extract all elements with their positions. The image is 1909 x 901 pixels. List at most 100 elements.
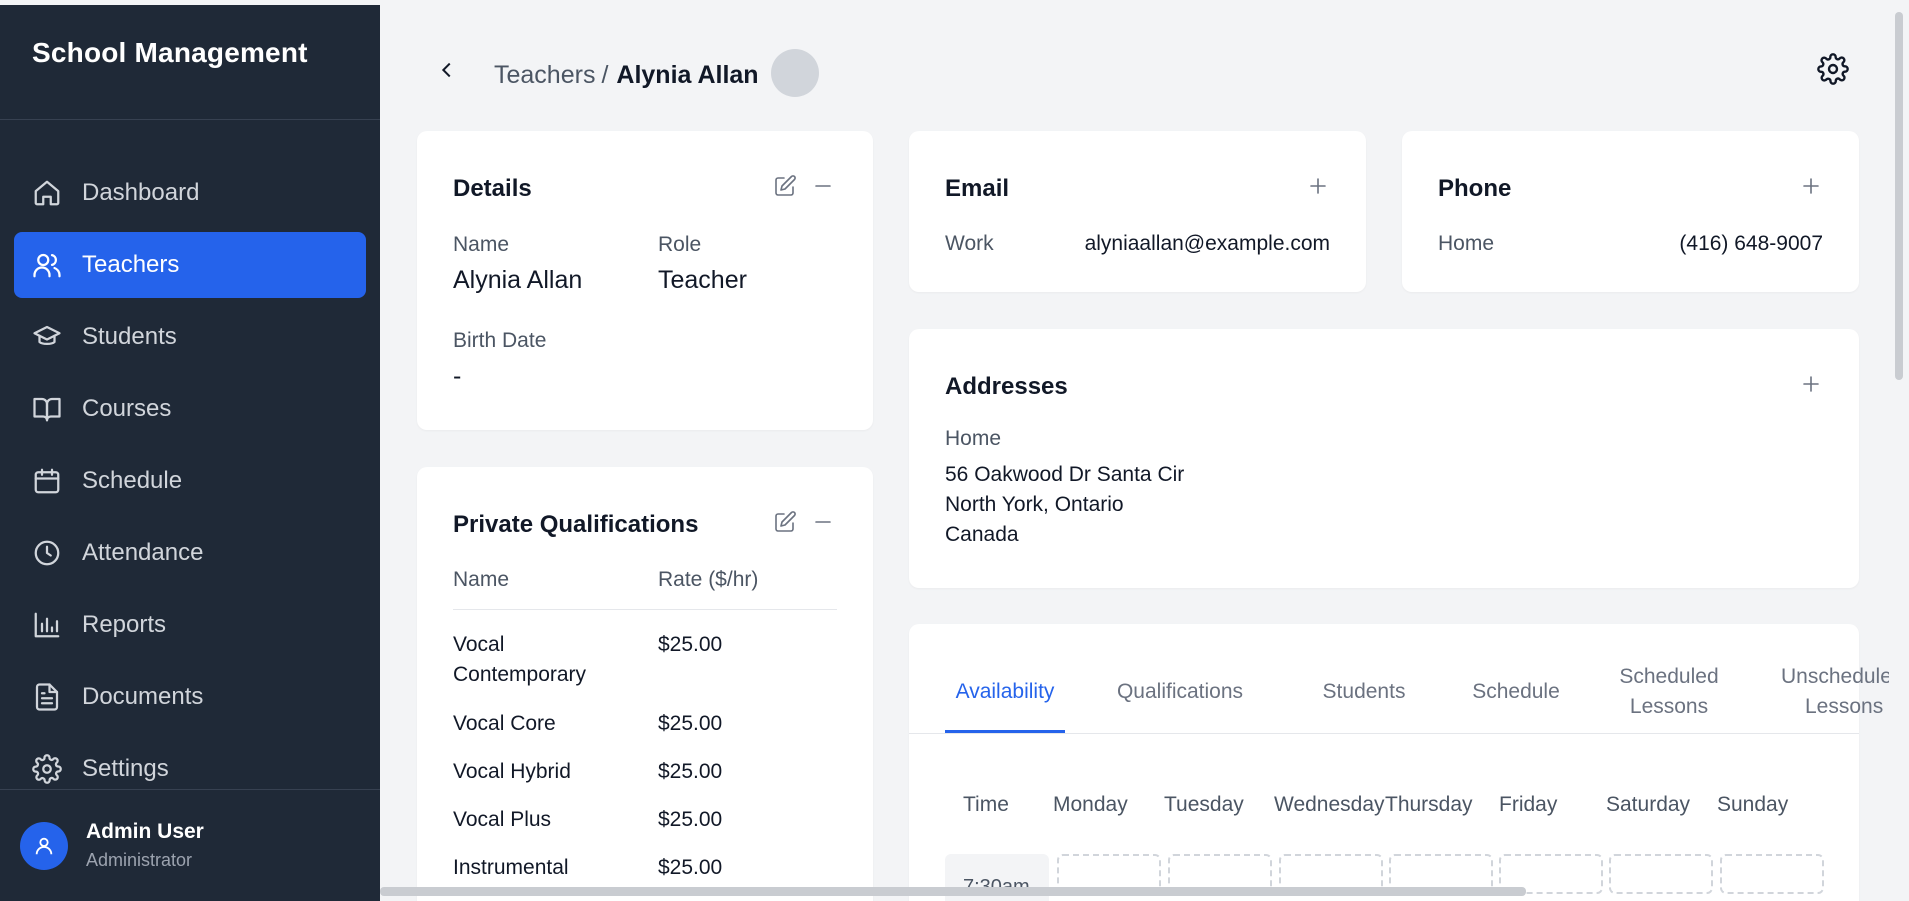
clock-icon xyxy=(32,538,62,568)
email-type: Work xyxy=(945,232,994,255)
qual-col-name: Name xyxy=(453,568,510,591)
table-header-divider xyxy=(453,609,837,610)
tab-availability[interactable]: Availability xyxy=(945,662,1065,722)
book-open-icon xyxy=(32,394,62,424)
breadcrumb-teachers-link[interactable]: Teachers xyxy=(494,61,595,90)
day-header-sunday: Sunday xyxy=(1717,793,1789,816)
tab-label: Unscheduled xyxy=(1781,665,1889,688)
sidebar-item-reports[interactable]: Reports xyxy=(14,592,366,658)
sidebar-item-label: Dashboard xyxy=(82,179,200,206)
tab-schedule[interactable]: Schedule xyxy=(1461,662,1571,722)
tab-label: Students xyxy=(1322,680,1406,703)
email-card: Email Work alyniaallan@example.com xyxy=(909,131,1366,292)
address-type: Home xyxy=(945,427,1002,450)
sidebar-header: School Management xyxy=(0,5,380,120)
qual-row-rate: $25.00 xyxy=(658,633,723,656)
role-label: Role xyxy=(658,233,702,256)
day-header-wednesday: Wednesday xyxy=(1274,793,1385,816)
time-column-header: Time xyxy=(963,793,1009,816)
day-header-thursday: Thursday xyxy=(1385,793,1473,816)
sidebar-item-label: Courses xyxy=(82,395,172,422)
qual-row-rate: $25.00 xyxy=(658,856,723,879)
collapse-details-button[interactable] xyxy=(811,174,835,198)
phone-title: Phone xyxy=(1438,175,1512,202)
day-header-tuesday: Tuesday xyxy=(1164,793,1244,816)
add-address-button[interactable] xyxy=(1799,372,1823,396)
birth-date-value: - xyxy=(453,362,462,390)
sidebar: School Management Dashboard Teachers Stu… xyxy=(0,5,380,901)
day-header-monday: Monday xyxy=(1053,793,1128,816)
tab-scheduled-lessons[interactable]: Scheduled Lessons xyxy=(1609,662,1729,722)
tab-qualifications[interactable]: Qualifications xyxy=(1105,662,1255,722)
qual-row-name: Vocal Hybrid xyxy=(453,760,571,783)
sidebar-item-teachers[interactable]: Teachers xyxy=(14,232,366,298)
qual-row-rate: $25.00 xyxy=(658,808,723,831)
qualifications-title: Private Qualifications xyxy=(453,511,699,538)
plus-icon xyxy=(1310,178,1326,194)
minus-icon xyxy=(815,185,831,187)
name-label: Name xyxy=(453,233,510,256)
sidebar-item-courses[interactable]: Courses xyxy=(14,376,366,442)
sidebar-item-attendance[interactable]: Attendance xyxy=(14,520,366,586)
qual-row-name: Vocal Contemporary xyxy=(453,633,587,686)
add-email-button[interactable] xyxy=(1306,174,1330,198)
edit-icon xyxy=(775,175,796,196)
edit-qualifications-button[interactable] xyxy=(773,510,797,534)
minus-icon xyxy=(815,521,831,523)
user-profile[interactable]: Admin User Administrator xyxy=(0,789,380,901)
addresses-card: Addresses Home 56 Oakwood Dr Santa Cir N… xyxy=(909,329,1859,588)
file-text-icon xyxy=(32,682,62,712)
role-value: Teacher xyxy=(658,266,747,294)
sidebar-item-label: Students xyxy=(82,323,177,350)
address-line1: 56 Oakwood Dr Santa Cir xyxy=(945,463,1185,486)
sidebar-item-schedule[interactable]: Schedule xyxy=(14,448,366,514)
email-title: Email xyxy=(945,175,1010,202)
add-phone-button[interactable] xyxy=(1799,174,1823,198)
graduation-cap-icon xyxy=(32,322,62,352)
sidebar-item-label: Teachers xyxy=(82,251,180,278)
address-line2: North York, Ontario xyxy=(945,493,1124,516)
app-title: School Management xyxy=(32,37,308,68)
day-header-friday: Friday xyxy=(1499,793,1558,816)
qualifications-card: Private Qualifications Name Rate ($/hr) … xyxy=(417,467,873,901)
topbar: Teachers / Alynia Allan xyxy=(380,5,1889,131)
availability-slot-saturday[interactable] xyxy=(1609,854,1713,894)
back-button[interactable] xyxy=(432,55,462,85)
gear-icon xyxy=(32,754,62,784)
tabs-divider xyxy=(909,733,1859,734)
user-role: Administrator xyxy=(86,850,193,870)
sidebar-item-documents[interactable]: Documents xyxy=(14,664,366,730)
phone-value[interactable]: (416) 648-9007 xyxy=(1679,232,1823,256)
edit-details-button[interactable] xyxy=(773,174,797,198)
breadcrumb: Teachers / Alynia Allan xyxy=(494,49,819,97)
sidebar-nav: Dashboard Teachers Students Courses Sche… xyxy=(0,160,380,802)
page-settings-button[interactable] xyxy=(1817,53,1849,85)
sidebar-item-students[interactable]: Students xyxy=(14,304,366,370)
chevron-left-icon xyxy=(441,62,451,78)
qual-col-rate: Rate ($/hr) xyxy=(658,568,759,591)
calendar-icon xyxy=(32,466,62,496)
tab-students[interactable]: Students xyxy=(1309,662,1419,722)
details-actions xyxy=(773,174,835,198)
sidebar-item-dashboard[interactable]: Dashboard xyxy=(14,160,366,226)
collapse-qualifications-button[interactable] xyxy=(811,510,835,534)
vertical-scrollbar[interactable] xyxy=(1895,12,1903,380)
horizontal-scrollbar[interactable] xyxy=(380,887,1526,896)
breadcrumb-separator: / xyxy=(601,60,609,89)
user-name: Admin User xyxy=(86,820,204,843)
tab-unscheduled-lessons[interactable]: Unscheduled Lessons xyxy=(1781,662,1889,722)
gear-icon xyxy=(1817,53,1849,85)
details-card: Details Name Alynia Allan Role Teacher B… xyxy=(417,131,873,430)
availability-slot-sunday[interactable] xyxy=(1720,854,1824,894)
user-icon xyxy=(35,837,53,854)
phone-actions xyxy=(1799,174,1823,198)
addresses-actions xyxy=(1799,372,1823,396)
tab-label: Schedule xyxy=(1472,680,1560,703)
tab-label: Qualifications xyxy=(1116,680,1244,703)
teacher-avatar xyxy=(770,49,819,97)
sidebar-item-label: Settings xyxy=(82,755,169,782)
phone-type: Home xyxy=(1438,232,1495,255)
qualifications-actions xyxy=(773,510,835,534)
email-value[interactable]: alyniaallan@example.com xyxy=(1085,232,1330,256)
qual-row-name: Vocal Core xyxy=(453,712,556,735)
